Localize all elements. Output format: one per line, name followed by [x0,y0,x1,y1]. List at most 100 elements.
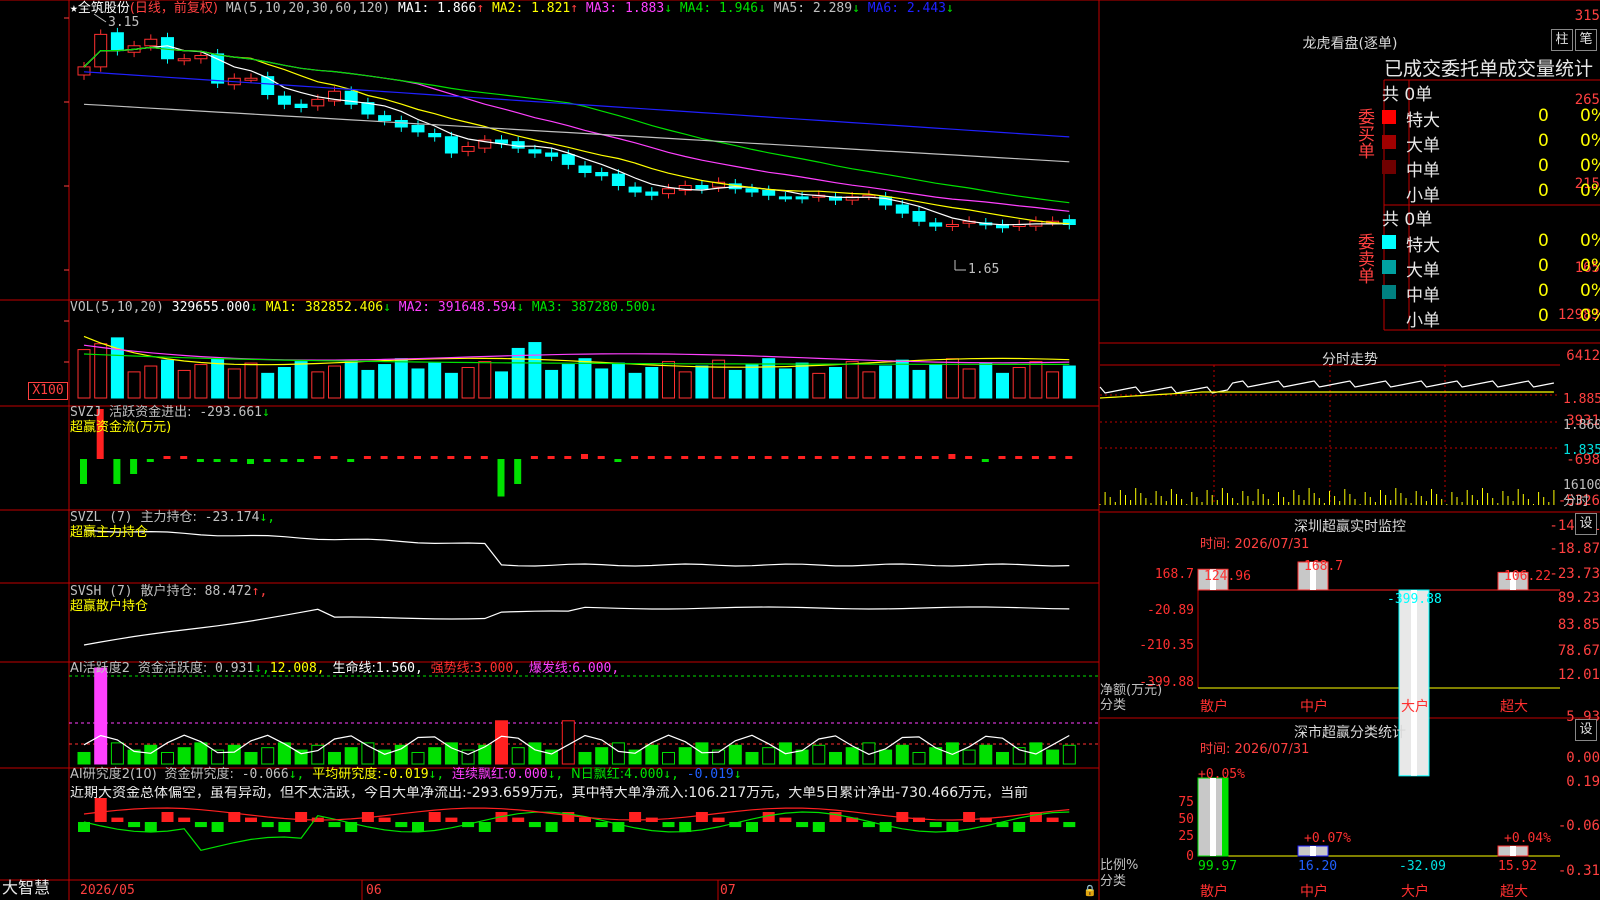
ratio-bar-highlight [1310,846,1316,856]
net-value-label: 124.96 [1204,569,1251,584]
ai-research-info-line: AI研究度2(10) 资金研究度: -0.066↓, 平均研究度:-0.019↓… [70,767,742,782]
tick-mode-button[interactable]: 笔 [1575,29,1597,51]
classify-ytick: 0 [1186,849,1194,864]
flow-bar [864,456,872,459]
candle-body [110,32,124,52]
candle-body [161,37,174,60]
flow-bar [614,459,622,462]
volume-bar [545,369,559,399]
buy-row-pct: 0% [1580,181,1600,201]
candle-body [745,188,759,193]
buy-row-pct: 0% [1580,156,1600,176]
classify-title: 深市超赢分类统计 [1294,725,1406,741]
monitor-xlabel: 分类 [1100,698,1127,713]
candle-body [545,152,559,157]
sell-orders-block: 共 0单委卖单 特大 0 0% 大单 0 0% 中单 0 0% 小单 0 0% [1354,205,1600,331]
sell-row-name: 小单 [1406,311,1440,331]
active-bar [795,749,809,765]
unit-badge[interactable]: X100 [28,382,68,400]
volume-bar [161,359,174,399]
volume-bar [127,371,141,399]
monitor-category: 超大 [1500,699,1528,715]
vol-ma-line [83,353,1070,365]
ma-line [83,46,1070,204]
research-bar [128,822,141,828]
svzl-sub: 超赢主力持仓 [70,525,149,540]
volume-bar [728,369,742,399]
active-bar [411,751,425,765]
buy-row-name: 中单 [1406,161,1440,181]
tab-volume-stats[interactable]: 成交量统计 [1498,58,1593,80]
svzl-label: SVZL (7) [70,510,133,525]
flow-bar [831,456,839,459]
research-bar [879,822,892,832]
ai-research-v4: 4.000 [624,767,664,782]
intraday-title: 分时走势 [1322,352,1378,368]
sell-row-name: 大单 [1406,261,1440,281]
volume-bar [94,343,108,399]
classify-time: 时间: 2026/07/31 [1200,742,1310,757]
intraday-ytick: 16100 [1563,478,1600,493]
classify-category: 中户 [1300,883,1328,900]
volume-bar [912,369,926,399]
volume-bar [745,364,759,399]
brand-logo[interactable]: 大智慧 [2,880,50,896]
pct-label: +0.05% [1198,767,1245,782]
sell-row: 中单 0 0% [1382,281,1600,306]
candle-body [444,136,458,154]
candle-body [144,38,158,47]
flow-bar [898,456,906,459]
research-bar [428,812,441,822]
sell-row-name: 特大 [1406,236,1440,256]
candle-body [662,188,675,195]
research-bar [261,822,274,828]
monitor-settings-button[interactable]: 设 [1575,513,1597,535]
intraday-price-line [1099,380,1555,394]
ai-research-t4: N日飘红: [571,767,625,782]
classify-category: 超大 [1500,884,1528,900]
candle-body [244,77,258,81]
active-bar [762,747,776,765]
vol-ma-line [83,335,1070,368]
tab-orders[interactable]: 委托单 [1441,58,1498,80]
lock-icon[interactable]: 🔒 [1083,884,1097,897]
classify-settings-button[interactable]: 设 [1575,719,1597,741]
volume-bar [244,362,258,399]
active-bar [177,747,191,765]
flow-bar [798,456,806,459]
volume-bar [578,358,592,399]
sell-color-swatch [1382,235,1396,249]
classify-value: -32.09 [1399,859,1446,874]
research-bar [1046,817,1059,822]
candle-body [645,191,659,196]
svzj-info-line: SVZJ 活跃资金进出: -293.661↓ [70,405,270,420]
active-bar [511,747,525,765]
ai-active-t4: 强势线: [430,661,475,676]
buy-color-swatch [1382,110,1396,124]
sell-row: 小单 0 0% [1382,306,1600,331]
ai-research-title: 资金研究度: [164,767,234,782]
sell-row-pct: 0% [1580,231,1600,251]
flow-bar [347,459,355,462]
period-label: (日线，前复权) [129,1,218,16]
volume-bar [77,349,91,399]
flow-bar [464,456,472,459]
flow-bar [781,456,789,459]
bar-mode-button[interactable]: 柱 [1551,29,1573,51]
active-bar [478,744,492,765]
intraday-ytick: 1.860 [1563,418,1600,433]
active-bar [444,742,458,765]
active-bar [895,744,909,765]
research-bar [746,822,758,832]
dragon-tabs: 已成交委托单成交量统计 [1384,54,1593,81]
sell-row: 大单 0 0% [1382,256,1600,281]
ratio-bar-highlight [1210,778,1216,856]
tab-filled[interactable]: 已成交 [1384,58,1441,80]
research-bar [512,817,525,822]
volume-bar [1012,366,1026,399]
buy-color-swatch [1382,135,1396,149]
flow-bar [530,456,538,459]
research-bar [963,812,976,822]
volume-bar [444,372,458,399]
research-bar [1063,822,1076,828]
